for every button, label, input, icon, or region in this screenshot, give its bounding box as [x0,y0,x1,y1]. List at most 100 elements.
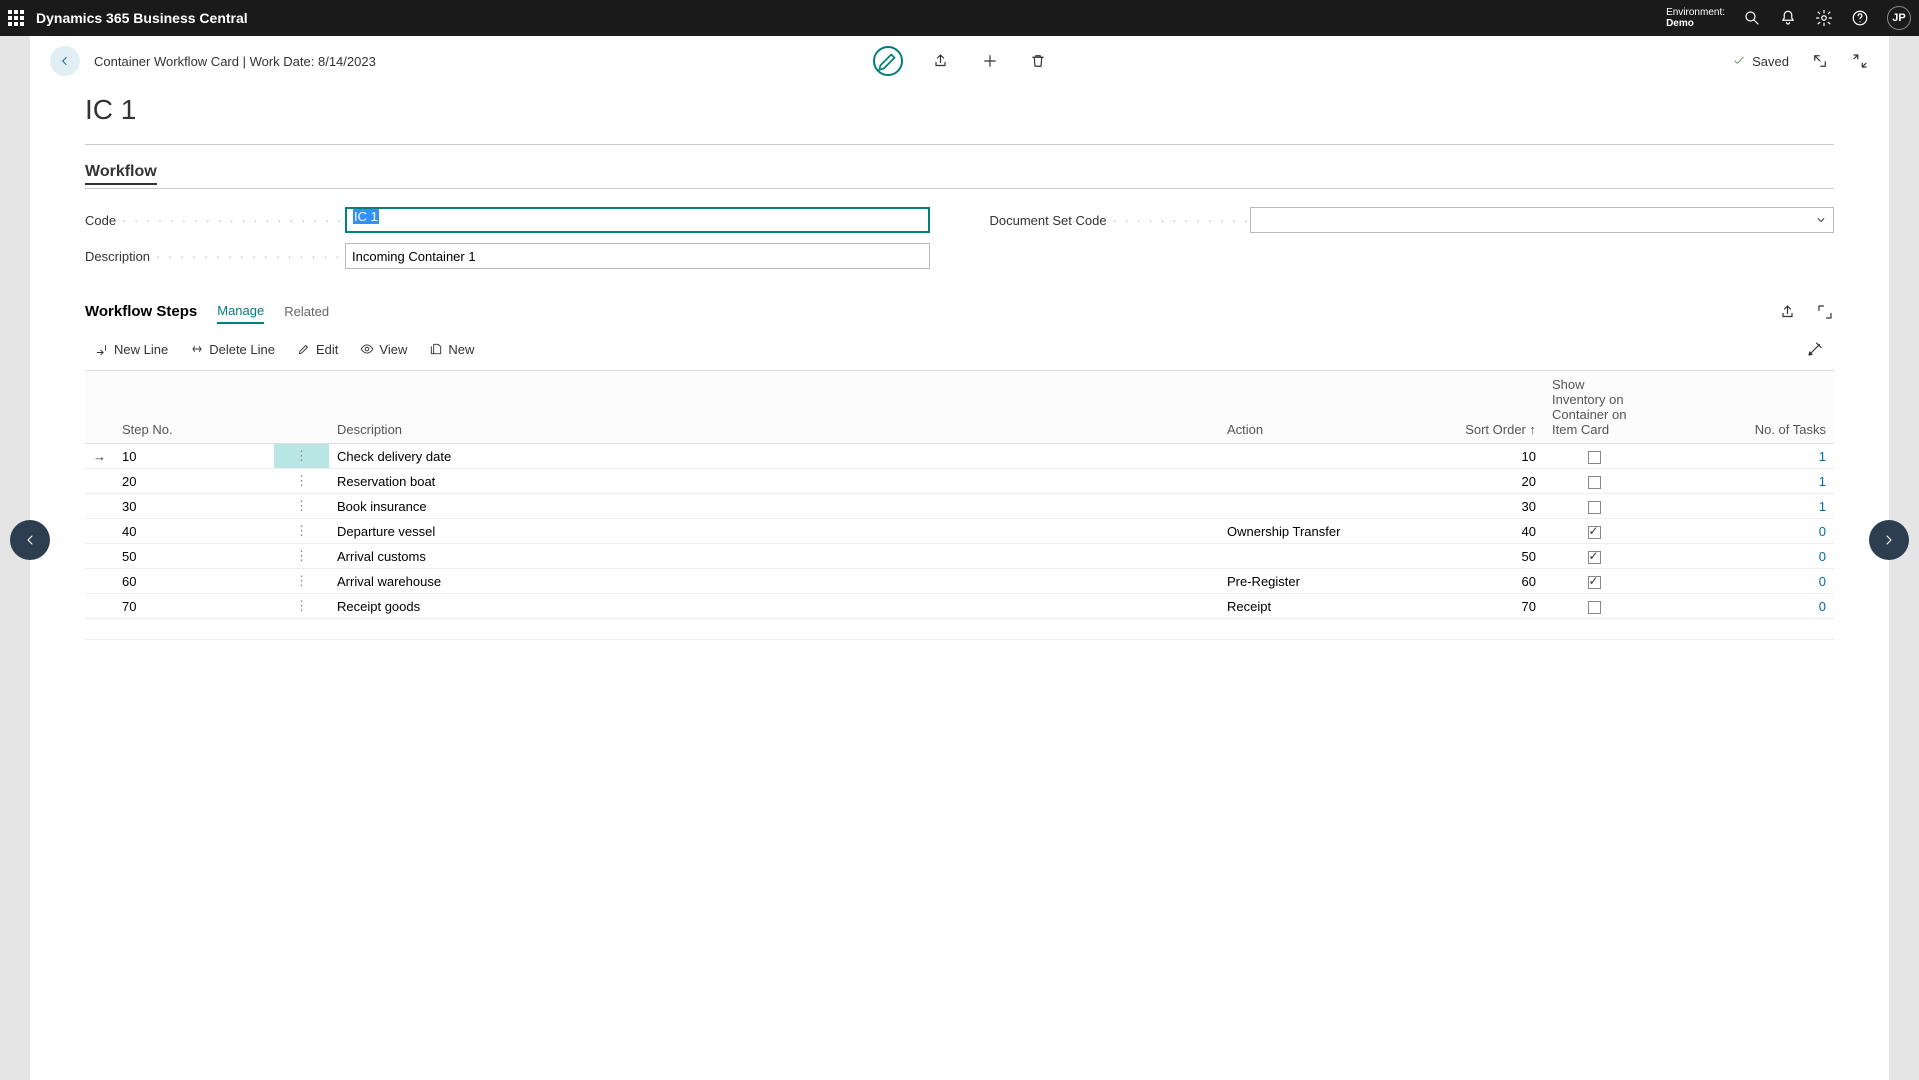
tab-related[interactable]: Related [284,300,329,323]
cell-sort-order[interactable]: 10 [1389,444,1544,469]
cell-step-no[interactable]: 70 [114,594,274,619]
share-icon[interactable] [933,52,951,70]
table-row[interactable]: 40⋮Departure vesselOwnership Transfer400 [85,519,1834,544]
cell-description[interactable]: Reservation boat [329,469,1219,494]
col-description[interactable]: Description [329,371,1219,444]
table-row[interactable]: 20 ⋮ Reservation boat 20 1 [85,469,1834,494]
cell-step-no[interactable]: 10 [114,444,274,469]
tab-manage[interactable]: Manage [217,299,264,324]
row-menu-icon[interactable]: ⋮ [295,448,308,463]
back-button[interactable] [50,46,80,76]
table-row[interactable]: →10⋮Check delivery date101 [85,444,1834,469]
cell-description[interactable]: Check delivery date [329,444,1219,469]
cell-action[interactable] [1219,444,1389,469]
cell-step-no[interactable]: 30 [114,494,274,519]
cell-description[interactable]: Book insurance [329,494,1219,519]
cell-sort-order[interactable]: 30 [1389,494,1544,519]
cell-description[interactable]: Departure vessel [329,519,1219,544]
code-input[interactable]: IC 1 [345,207,930,233]
cell-step-no[interactable]: 60 [114,569,274,594]
cell-action[interactable] [1219,494,1389,519]
col-sort-order[interactable]: Sort Order ↑ [1389,371,1544,444]
cell-description[interactable]: Arrival warehouse [329,569,1219,594]
table-row-empty[interactable] [85,619,1834,640]
row-menu-icon[interactable]: ⋮ [295,598,308,613]
docset-select[interactable] [1250,207,1835,233]
col-step-no[interactable]: Step No. [114,371,274,444]
cell-no-tasks[interactable]: 1 [1644,469,1834,494]
divider [85,144,1834,145]
cell-sort-order[interactable]: 40 [1389,519,1544,544]
cell-show-inv[interactable] [1544,544,1644,569]
environment-label: Environment: [1666,7,1725,18]
cell-action[interactable]: Receipt [1219,594,1389,619]
app-launcher-icon[interactable] [8,10,24,26]
new-button[interactable]: New [429,342,474,357]
search-icon[interactable] [1743,9,1761,27]
expand-subpage-icon[interactable] [1816,303,1834,321]
prev-record-button[interactable] [10,520,50,560]
check-icon [1732,54,1746,68]
cell-action[interactable] [1219,544,1389,569]
cell-step-no[interactable]: 40 [114,519,274,544]
row-menu-icon[interactable]: ⋮ [295,473,308,488]
col-no-tasks[interactable]: No. of Tasks [1644,371,1834,444]
environment-badge[interactable]: Environment: Demo [1666,7,1725,29]
cell-no-tasks[interactable]: 0 [1644,594,1834,619]
new-line-button[interactable]: New Line [95,342,168,357]
cell-sort-order[interactable]: 20 [1389,469,1544,494]
popout-icon[interactable] [1811,52,1829,70]
row-menu-icon[interactable]: ⋮ [295,498,308,513]
edit-mode-button[interactable] [873,46,903,76]
cell-no-tasks[interactable]: 1 [1644,494,1834,519]
settings-icon[interactable] [1815,9,1833,27]
cell-sort-order[interactable]: 50 [1389,544,1544,569]
workflow-steps-grid[interactable]: Step No. Description Action Sort Order ↑… [85,370,1834,640]
table-row[interactable]: 60⋮Arrival warehousePre-Register600 [85,569,1834,594]
cell-no-tasks[interactable]: 1 [1644,444,1834,469]
cell-description[interactable]: Arrival customs [329,544,1219,569]
help-icon[interactable] [1851,9,1869,27]
cell-action[interactable] [1219,469,1389,494]
saved-indicator: Saved [1732,54,1789,69]
cell-show-inv[interactable] [1544,569,1644,594]
next-record-button[interactable] [1869,520,1909,560]
row-menu-icon[interactable]: ⋮ [295,573,308,588]
cell-action[interactable]: Pre-Register [1219,569,1389,594]
row-menu-icon[interactable]: ⋮ [295,548,308,563]
share-subpage-icon[interactable] [1780,303,1798,321]
user-avatar[interactable]: JP [1887,6,1911,30]
cell-step-no[interactable]: 20 [114,469,274,494]
cell-show-inv[interactable] [1544,594,1644,619]
description-input[interactable] [345,243,930,269]
edit-button[interactable]: Edit [297,342,338,357]
cell-show-inv[interactable] [1544,494,1644,519]
cell-no-tasks[interactable]: 0 [1644,519,1834,544]
cell-no-tasks[interactable]: 0 [1644,569,1834,594]
table-row[interactable]: 50 ⋮ Arrival customs 50 0 [85,544,1834,569]
row-menu-icon[interactable]: ⋮ [295,523,308,538]
view-button[interactable]: View [360,342,407,357]
workflow-section-title[interactable]: Workflow [85,163,157,185]
delete-line-button[interactable]: Delete Line [190,342,275,357]
cell-show-inv[interactable] [1544,444,1644,469]
personalize-icon[interactable] [1806,340,1824,358]
col-show-inv[interactable]: Show Inventory on Container on Item Card [1544,371,1644,444]
cell-sort-order[interactable]: 70 [1389,594,1544,619]
table-row[interactable]: 70⋮Receipt goodsReceipt700 [85,594,1834,619]
cell-show-inv[interactable] [1544,519,1644,544]
cell-show-inv[interactable] [1544,469,1644,494]
row-indicator [85,519,114,544]
new-icon[interactable] [981,52,999,70]
delete-icon[interactable] [1029,52,1047,70]
collapse-icon[interactable] [1851,52,1869,70]
table-row[interactable]: 30 ⋮ Book insurance 30 1 [85,494,1834,519]
notifications-icon[interactable] [1779,9,1797,27]
cell-no-tasks[interactable]: 0 [1644,544,1834,569]
col-action[interactable]: Action [1219,371,1389,444]
cell-description[interactable]: Receipt goods [329,594,1219,619]
cell-sort-order[interactable]: 60 [1389,569,1544,594]
cell-action[interactable]: Ownership Transfer [1219,519,1389,544]
cell-step-no[interactable]: 50 [114,544,274,569]
page-title: IC 1 [85,94,1834,126]
